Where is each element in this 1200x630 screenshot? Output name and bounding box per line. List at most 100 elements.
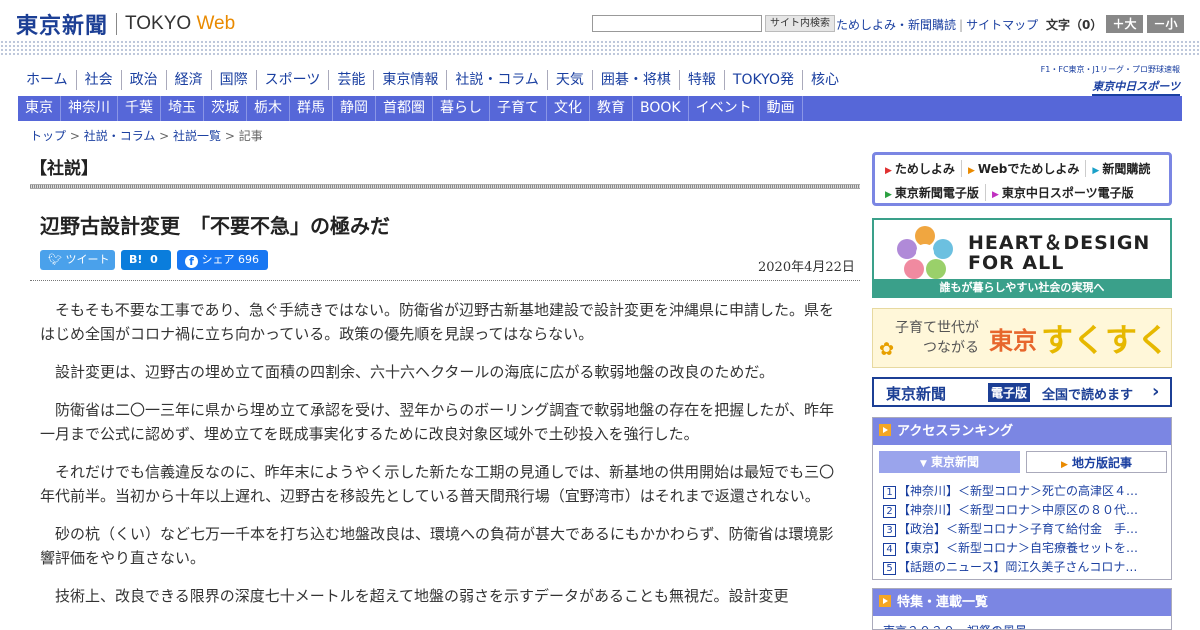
logo-japanese: 東京新聞 xyxy=(16,13,109,39)
nav-item[interactable]: 天気 xyxy=(548,70,593,90)
local-nav-item[interactable]: 暮らし xyxy=(433,96,490,121)
epaper-banner[interactable]: 東京新聞 電子版 全国で読めます › xyxy=(872,377,1172,407)
font-larger-button[interactable]: ＋大 xyxy=(1106,15,1143,33)
tokyo-sukusuku-banner[interactable]: 子育て世代が つながる ✿ 東京 すくすく xyxy=(872,308,1172,368)
tab-tokyo-shimbun[interactable]: ▼ 東京新聞 xyxy=(879,451,1020,473)
trial-subscribe-link[interactable]: ためしよみ・新聞購読 xyxy=(836,18,956,32)
local-nav-item[interactable]: 茨城 xyxy=(204,96,247,121)
nav-item[interactable]: 経済 xyxy=(167,70,212,90)
sukusuku-tagline-1: 子育て世代が xyxy=(895,320,979,336)
triangle-icon: ▶ xyxy=(885,166,892,176)
ranking-item[interactable]: 1 【神奈川】＜新型コロナ＞死亡の高津区４… xyxy=(883,482,1163,501)
nav-item[interactable]: 国際 xyxy=(212,70,257,90)
nav-item[interactable]: 特報 xyxy=(680,70,725,90)
local-nav-item[interactable]: 動画 xyxy=(760,96,803,121)
sidebar-link-tameshiyomi[interactable]: ▶ ためしよみ xyxy=(879,160,962,177)
tab-label: 東京新聞 xyxy=(930,455,979,469)
rank-number: 4 xyxy=(883,543,896,556)
breadcrumb-column[interactable]: 社説・コラム xyxy=(84,129,156,143)
breadcrumb-sep: > xyxy=(155,129,174,143)
local-nav-item[interactable]: イベント xyxy=(689,96,760,121)
search-button[interactable]: サイト内検索 xyxy=(765,15,835,32)
nav-item[interactable]: TOKYO発 xyxy=(725,70,803,90)
local-nav-item[interactable]: 子育て xyxy=(490,96,547,121)
ranking-title: アクセスランキング xyxy=(897,424,1013,439)
nav-item[interactable]: 芸能 xyxy=(329,70,375,90)
breadcrumb-home[interactable]: トップ xyxy=(30,129,66,143)
triangle-right-icon: ▶ xyxy=(1061,460,1068,470)
search-input[interactable] xyxy=(592,15,762,32)
breadcrumb-sep: > xyxy=(221,129,239,143)
local-nav-item[interactable]: 千葉 xyxy=(118,96,161,121)
play-square-icon xyxy=(879,424,891,436)
ranking-item-title: 【神奈川】＜新型コロナ＞死亡の高津区４… xyxy=(898,484,1139,498)
subscription-links-box: ▶ ためしよみ ▶ Webでためしよみ ▶ 新聞購読 ▶ 東京新聞電子版 ▶ 東京中日スポ… xyxy=(872,152,1172,206)
article-paragraph: それだけでも信義違反なのに、昨年末にようやく示した新たな工期の見通しでは、新基地… xyxy=(40,463,835,505)
chunichi-sports-banner[interactable]: F1・FC東京・J1リーグ・プロ野球速報 東京中日スポーツ xyxy=(1024,64,1180,96)
font-size-label: 文字（0） xyxy=(1046,18,1103,32)
sidebar-link-chunichi-epaper[interactable]: ▶ 東京中日スポーツ電子版 xyxy=(986,184,1140,201)
sidebar-link-web-tameshiyomi[interactable]: ▶ Webでためしよみ xyxy=(962,160,1087,177)
twitter-bird-icon: 🐦︎ xyxy=(48,253,62,266)
nav-item[interactable]: ホーム xyxy=(18,70,77,90)
local-nav-item[interactable]: 首都圏 xyxy=(376,96,433,121)
article-paragraph: 砂の杭（くい）など七万一千本を打ち込む地盤改良は、環境への負荷が甚大であるにもか… xyxy=(40,525,834,567)
nav-item[interactable]: 核心 xyxy=(803,70,847,90)
local-nav-item[interactable]: 神奈川 xyxy=(61,96,118,121)
article-date: 2020年4月22日 xyxy=(758,260,855,275)
category-rule xyxy=(30,184,860,189)
article-paragraph: 設計変更は、辺野古の埋め立て面積の四割余、六十六ヘクタールの海底に広がる軟弱地盤… xyxy=(55,363,774,381)
breadcrumb-current: 記事 xyxy=(238,129,263,143)
local-nav-item[interactable]: 教育 xyxy=(590,96,633,121)
facebook-share-button[interactable]: f シェア 696 xyxy=(177,250,268,270)
breadcrumb: トップ > 社説・コラム > 社説一覧 > 記事 xyxy=(30,127,263,144)
sidebar-link-epaper[interactable]: ▶ 東京新聞電子版 xyxy=(879,184,986,201)
tab-local-articles[interactable]: ▶ 地方版記事 xyxy=(1026,451,1167,473)
link-separator: | xyxy=(959,18,964,32)
article-paragraph: そもそも不要な工事であり、急ぐ手続きではない。防衛省が辺野古新基地建設で設計変更… xyxy=(40,301,834,343)
tweet-button[interactable]: 🐦︎ ツイート xyxy=(40,250,115,270)
font-smaller-button[interactable]: －小 xyxy=(1147,15,1184,33)
local-nav-item[interactable]: 静岡 xyxy=(333,96,376,121)
site-logo[interactable]: 東京新聞 TOKYO Web xyxy=(16,8,235,40)
ranking-item[interactable]: 5 【話題のニュース】岡江久美子さんコロナ… xyxy=(883,558,1163,577)
tab-label: 地方版記事 xyxy=(1071,456,1132,470)
nav-item[interactable]: 社会 xyxy=(77,70,122,90)
logo-divider xyxy=(116,13,118,35)
sukusuku-brand-tokyo: 東京 xyxy=(989,327,1037,355)
local-nav-item[interactable]: 栃木 xyxy=(247,96,290,121)
hatena-bookmark-button[interactable]: B! 0 xyxy=(121,250,171,270)
breadcrumb-editorial-list[interactable]: 社説一覧 xyxy=(173,129,221,143)
local-nav-item[interactable]: 文化 xyxy=(547,96,590,121)
features-section: 特集・連載一覧 東京２０２０ 祝祭の風景 xyxy=(872,588,1172,630)
tweet-label: ツイート xyxy=(65,253,110,266)
local-nav-item[interactable]: 群馬 xyxy=(290,96,333,121)
ranking-list: 1 【神奈川】＜新型コロナ＞死亡の高津区４… 2 【神奈川】＜新型コロナ＞中原区の８０… xyxy=(883,482,1163,577)
local-nav-item[interactable]: BOOK xyxy=(633,96,689,121)
header-dot-pattern xyxy=(0,40,1200,56)
heart-design-banner[interactable]: HEART＆DESIGN FOR ALL 誰もが暮らしやすい社会の実現へ xyxy=(872,218,1172,298)
local-nav-item[interactable]: 東京 xyxy=(18,96,61,121)
chunichi-logo: 東京中日スポーツ xyxy=(1092,78,1180,96)
ranking-item-title: 【東京】＜新型コロナ＞自宅療養セットを… xyxy=(898,541,1139,555)
triangle-icon: ▶ xyxy=(1092,166,1100,176)
logo-en-web: Web xyxy=(196,13,236,34)
ranking-item[interactable]: 2 【神奈川】＜新型コロナ＞中原区の８０代… xyxy=(883,501,1163,520)
nav-item[interactable]: 東京情報 xyxy=(374,70,448,90)
nav-item[interactable]: スポーツ xyxy=(257,70,330,90)
feature-item[interactable]: 東京２０２０ 祝祭の風景 xyxy=(883,622,1027,629)
sidebar-link-label: 新聞購読 xyxy=(1102,162,1151,176)
nav-item[interactable]: 政治 xyxy=(122,70,167,90)
sidebar-link-label: 東京中日スポーツ電子版 xyxy=(1001,186,1134,200)
nav-item[interactable]: 社説・コラム xyxy=(447,70,548,90)
sidebar-link-subscribe[interactable]: ▶ 新聞購読 xyxy=(1086,160,1156,177)
ranking-item[interactable]: 3 【政治】＜新型コロナ＞子育て給付金 手… xyxy=(883,520,1163,539)
heart-flower-logo xyxy=(897,226,953,279)
flower-icon: ✿ xyxy=(879,339,895,360)
logo-en-tokyo: TOKYO xyxy=(125,13,197,34)
chunichi-tagline: F1・FC東京・J1リーグ・プロ野球速報 xyxy=(1040,65,1180,74)
local-nav-item[interactable]: 埼玉 xyxy=(161,96,204,121)
ranking-item[interactable]: 4 【東京】＜新型コロナ＞自宅療養セットを… xyxy=(883,539,1163,558)
sitemap-link[interactable]: サイトマップ xyxy=(966,18,1038,32)
nav-item[interactable]: 囲碁・将棋 xyxy=(593,70,680,90)
